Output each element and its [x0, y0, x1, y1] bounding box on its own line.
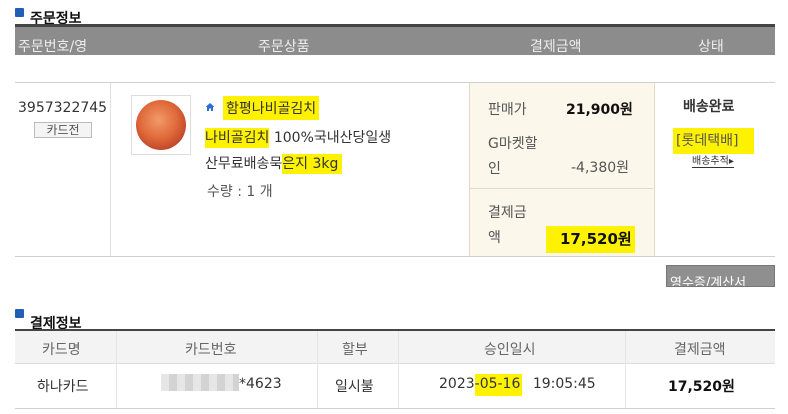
header-product: 주문상품: [258, 39, 310, 55]
courier-name[interactable]: [롯데택배]: [673, 128, 755, 154]
card-button[interactable]: 카드전: [34, 122, 92, 138]
product-name-highlight: 나비골김치: [205, 128, 270, 148]
product-name-part-a: 산무료배송묵: [205, 156, 283, 172]
sale-price-label: 판매가: [488, 102, 527, 118]
product-name-line2[interactable]: 산무료배송묵은지 3kg: [205, 153, 343, 174]
product-quantity: 수량 : 1 개: [207, 184, 273, 200]
approval-datetime: 2023-05-16 19:05:45: [439, 374, 596, 396]
tracking-label: 배송추적: [692, 156, 729, 167]
payment-col-divider: [317, 331, 318, 409]
chevron-right-icon: ▸: [728, 156, 734, 167]
pay-label-2: 액: [488, 230, 501, 246]
discount-value: -4,380원: [571, 160, 630, 176]
order-number: 3957322745: [18, 100, 108, 116]
pay-label-1: 결제금: [488, 205, 527, 221]
header-installment: 할부: [342, 342, 368, 358]
header-order-number: 주문번호/영: [18, 39, 88, 55]
approval-time: 19:05:45: [532, 376, 596, 392]
order-table-header: 주문번호/영 주문상품 결제금액 상태: [15, 27, 775, 55]
delivery-status: 배송완료: [683, 99, 735, 115]
col-divider: [110, 83, 111, 256]
card-number: *4623: [239, 376, 282, 392]
product-name-rest: 100%국내산당일생: [269, 130, 392, 146]
divider: [15, 82, 775, 83]
approval-year: 2023: [439, 376, 475, 392]
product-name-part-b: 은지 3kg: [282, 154, 343, 174]
header-card-number: 카드번호: [185, 342, 237, 358]
payment-col-divider: [398, 331, 399, 409]
price-panel-divider: [470, 188, 653, 189]
payment-col-divider: [116, 331, 117, 409]
home-icon: [205, 97, 215, 111]
payment-table-header: 카드명 카드번호 할부 승인일시 결제금액: [15, 331, 775, 364]
section-icon: [15, 8, 24, 17]
product-name-line1[interactable]: 나비골김치 100%국내산당일생: [205, 127, 392, 148]
pay-value: 17,520원: [546, 226, 635, 253]
product-image: [131, 95, 191, 155]
header-approval-time: 승인일시: [484, 342, 536, 358]
installment: 일시불: [335, 379, 374, 395]
section-icon: [15, 309, 24, 318]
header-amount: 결제금액: [674, 342, 726, 358]
tracking-link[interactable]: 배송추적▸: [692, 156, 734, 168]
divider: [15, 408, 775, 409]
payment-amount: 17,520원: [668, 379, 735, 395]
divider: [15, 256, 775, 257]
discount-label-2: 인: [488, 161, 501, 177]
discount-label-1: G마켓할: [488, 136, 538, 152]
card-name: 하나카드: [37, 379, 89, 395]
payment-col-divider: [625, 331, 626, 409]
receipt-button[interactable]: 영수증/계산서: [666, 265, 775, 287]
receipt-button-label: 영수증/계산서: [670, 276, 747, 287]
card-number-masked: [161, 374, 239, 391]
approval-date-highlight: -05-16: [474, 374, 523, 396]
sale-price-value: 21,900원: [566, 102, 633, 118]
header-status: 상태: [698, 39, 724, 55]
seller-name[interactable]: 함평나비골김치: [223, 96, 320, 120]
header-payment: 결제금액: [530, 39, 582, 55]
header-card-name: 카드명: [42, 342, 81, 358]
